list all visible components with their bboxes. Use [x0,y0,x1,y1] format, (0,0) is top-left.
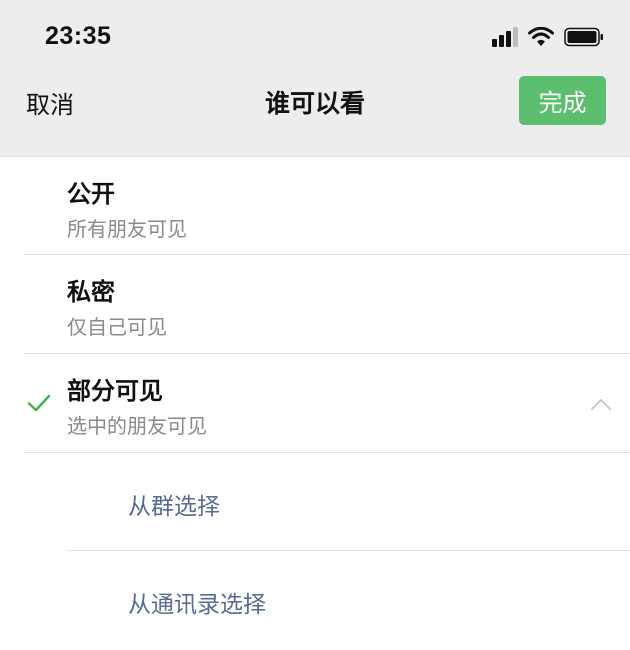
status-icons [492,24,604,50]
select-from-groups[interactable]: 从群选择 [0,453,630,551]
option-subtitle: 仅自己可见 [67,315,167,339]
option-title: 公开 [67,180,115,208]
sub-option-label: 从群选择 [128,494,220,520]
done-button[interactable]: 完成 [519,76,606,125]
option-title: 部分可见 [67,377,163,405]
top-bar: 23:35 取消 谁可以看 完成 [0,0,630,157]
signal-icon [492,27,518,47]
select-from-contacts[interactable]: 从通讯录选择 [0,551,630,649]
battery-icon [564,27,603,47]
option-subtitle: 选中的朋友可见 [67,414,207,438]
check-icon [27,394,51,412]
option-private[interactable]: 私密 仅自己可见 [0,255,630,353]
sub-option-label: 从通讯录选择 [128,592,266,618]
option-partial[interactable]: 部分可见 选中的朋友可见 [0,354,630,452]
option-public[interactable]: 公开 所有朋友可见 [0,157,630,255]
wifi-icon [528,27,554,46]
status-time: 23:35 [45,22,112,50]
chevron-up-icon[interactable] [590,397,612,411]
visibility-settings-screen: 23:35 取消 谁可以看 完成 公开 所有朋友可见 私密 仅自己可见 部分可见… [0,0,630,650]
option-subtitle: 所有朋友可见 [67,217,187,241]
option-title: 私密 [67,278,115,306]
